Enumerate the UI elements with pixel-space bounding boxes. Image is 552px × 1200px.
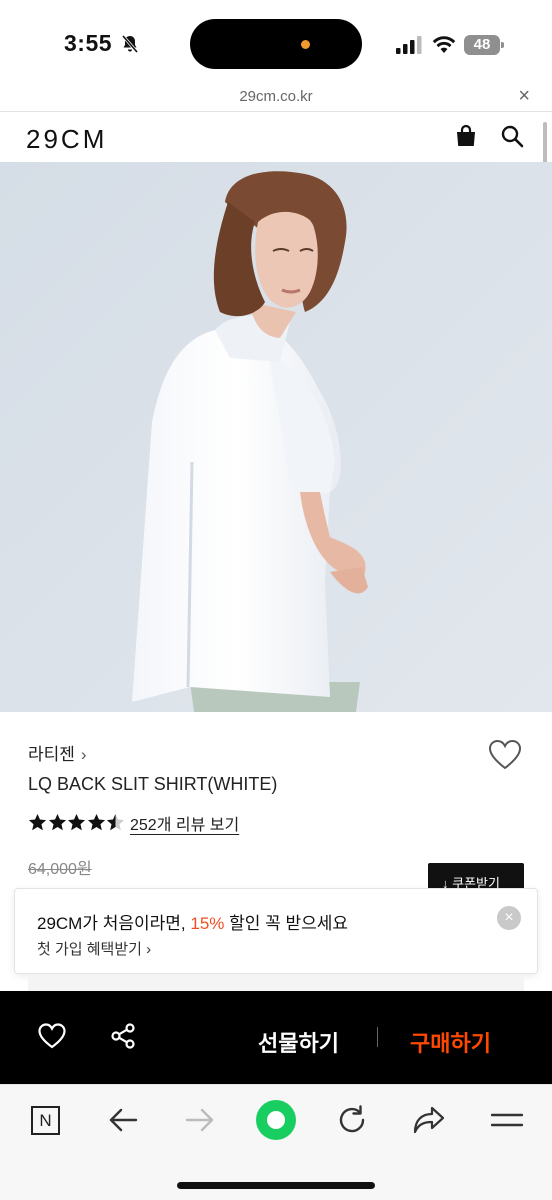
url-text[interactable]: 29cm.co.kr <box>0 88 552 105</box>
star-rating <box>28 811 126 833</box>
buy-button[interactable]: 구매하기 <box>410 1026 491 1058</box>
gift-button[interactable]: 선물하기 <box>258 1026 339 1058</box>
brand-name[interactable]: 라티젠 <box>28 745 75 764</box>
status-bar: 3:55 48 <box>0 0 552 84</box>
browser-toolbar: N <box>0 1084 552 1200</box>
wifi-icon <box>432 36 456 53</box>
star-full-icon <box>87 813 105 830</box>
star-half-icon <box>106 813 125 830</box>
wishlist-heart-icon[interactable] <box>488 739 522 771</box>
refresh-icon[interactable] <box>336 1104 368 1136</box>
app-header: 29CM <box>0 112 552 162</box>
battery-indicator: 48 <box>464 35 504 55</box>
back-arrow-icon[interactable] <box>108 1107 138 1133</box>
promo-headline: 29CM가 처음이라면, 15% 할인 꼭 받으세요 <box>37 914 349 933</box>
shopping-bag-icon[interactable] <box>454 124 478 148</box>
share-icon[interactable] <box>110 1023 136 1049</box>
content-strip <box>28 975 524 991</box>
signup-benefit-link[interactable]: 첫 가입 혜택받기 › <box>37 938 151 959</box>
star-full-icon <box>28 813 47 830</box>
forward-arrow-icon[interactable] <box>185 1107 215 1133</box>
close-icon[interactable]: × <box>518 86 530 106</box>
share-arrow-icon[interactable] <box>413 1105 445 1135</box>
home-indicator[interactable] <box>177 1182 375 1189</box>
search-icon[interactable] <box>500 124 524 148</box>
bell-muted-icon <box>121 35 139 53</box>
promo-percent: 15% <box>190 914 225 933</box>
promo-toast[interactable]: 29CM가 처음이라면, 15% 할인 꼭 받으세요 첫 가입 혜택받기 › × <box>14 888 538 974</box>
dynamic-island <box>190 19 362 69</box>
review-link[interactable]: 252개 리뷰 보기 <box>130 811 239 835</box>
status-time: 3:55 <box>64 30 113 56</box>
heart-icon[interactable] <box>38 1023 66 1049</box>
divider <box>377 1027 378 1047</box>
star-full-icon <box>48 813 66 830</box>
logo[interactable]: 29CM <box>26 124 107 155</box>
brand-link[interactable]: 라티젠 › <box>28 740 87 765</box>
original-price: 64,000원 <box>28 861 92 878</box>
menu-icon[interactable] <box>491 1110 523 1130</box>
browser-url-bar[interactable]: 29cm.co.kr × <box>0 84 552 112</box>
star-full-icon <box>67 813 86 830</box>
chevron-right-icon: › <box>80 745 87 764</box>
green-dot-icon[interactable] <box>256 1100 296 1140</box>
product-name: LQ BACK SLIT SHIRT(WHITE) <box>28 774 278 794</box>
product-photo-illustration <box>0 162 552 712</box>
cellular-signal-icon <box>396 36 422 54</box>
product-image[interactable] <box>0 162 552 712</box>
close-icon[interactable]: × <box>497 906 521 930</box>
naver-home-icon[interactable]: N <box>31 1106 60 1135</box>
purchase-bar: 선물하기 구매하기 <box>0 991 552 1084</box>
